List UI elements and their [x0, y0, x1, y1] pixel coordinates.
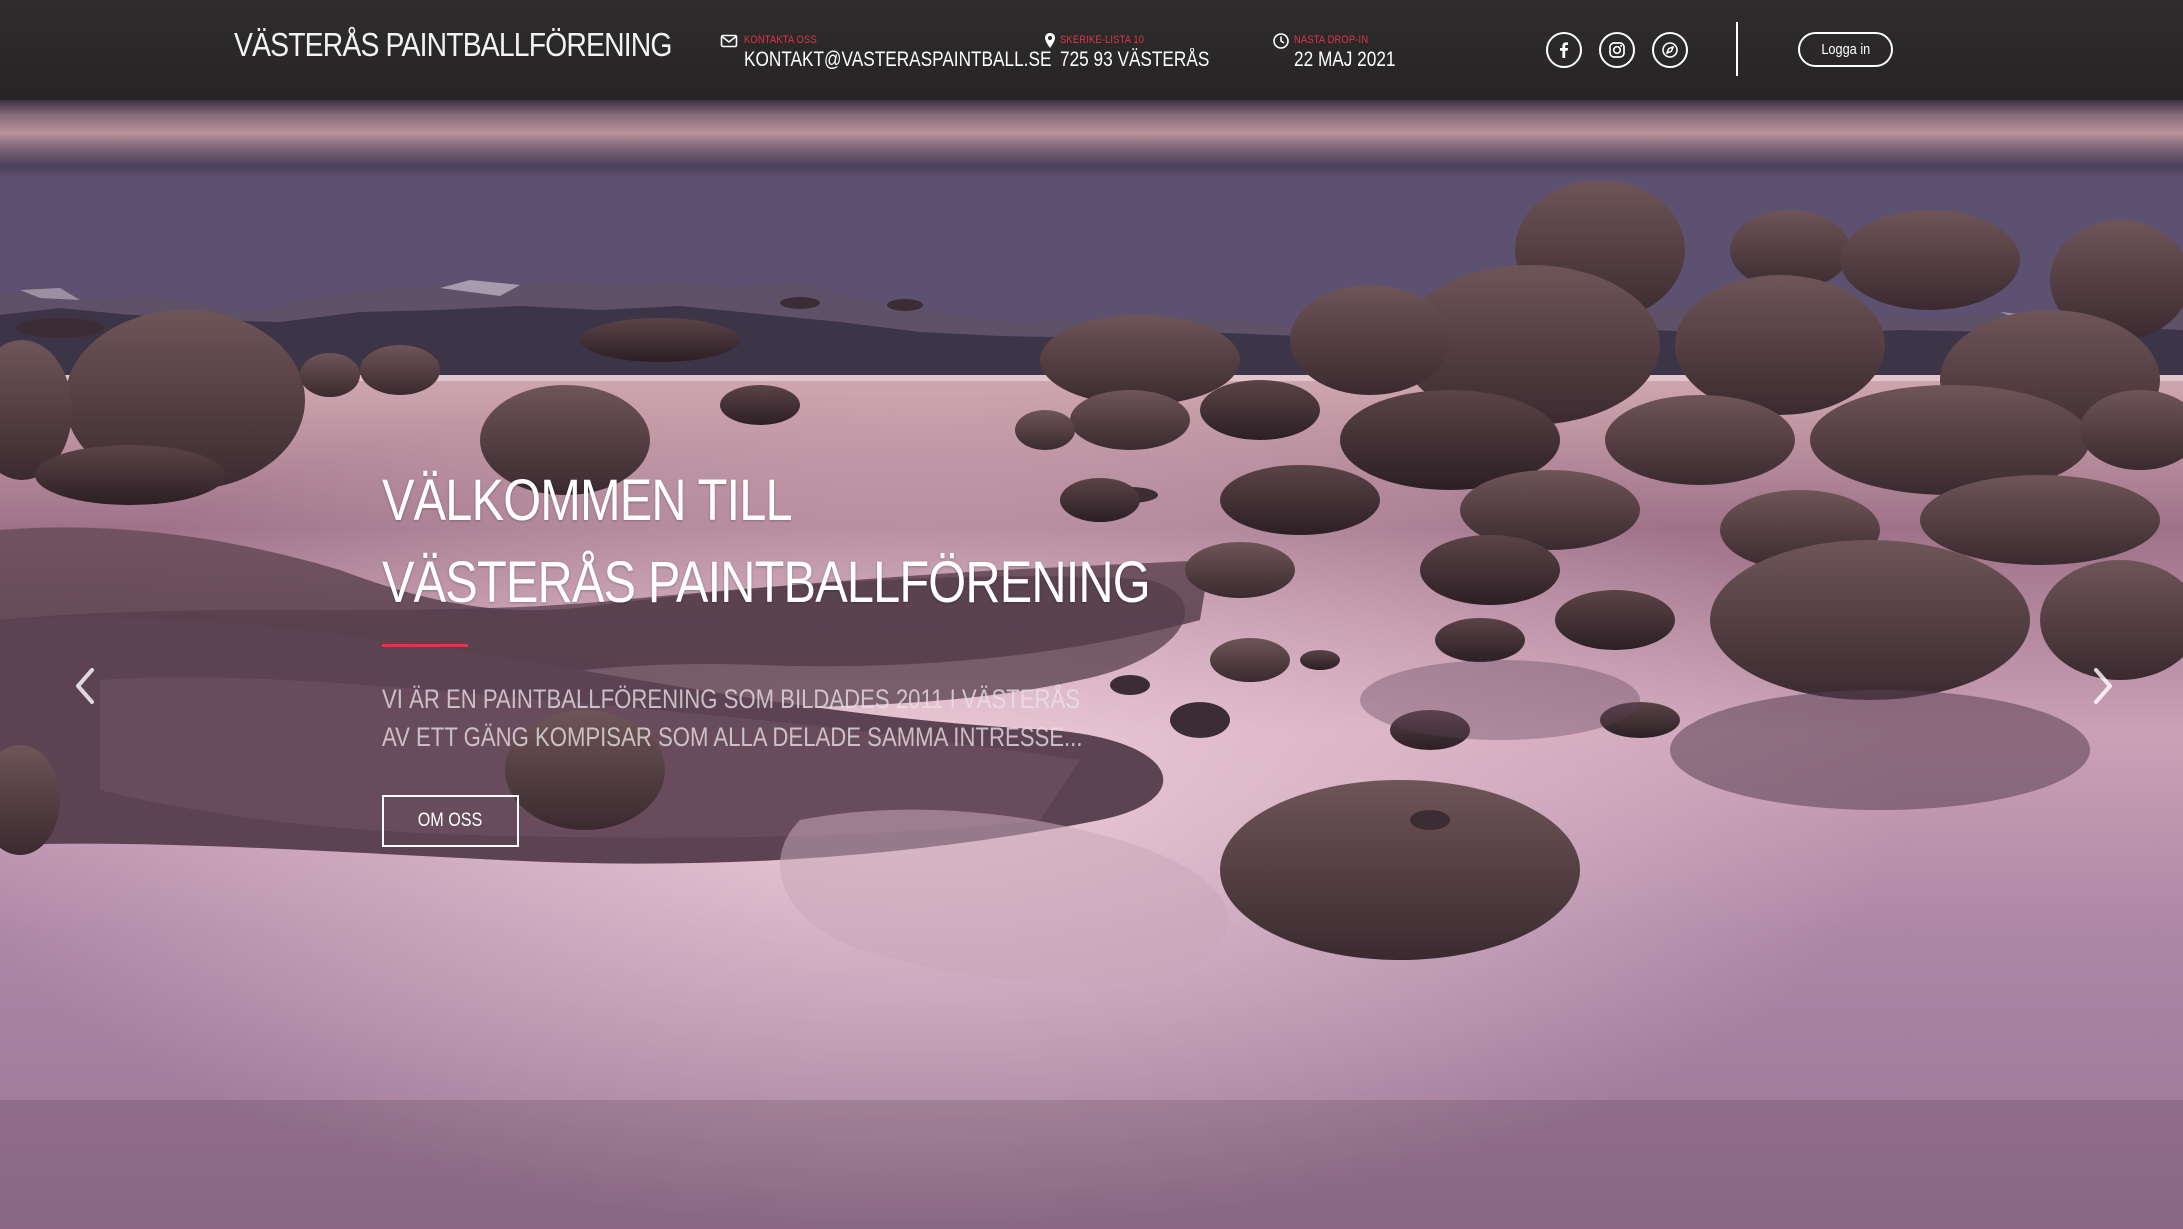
- instagram-link[interactable]: [1599, 32, 1635, 68]
- contact-email[interactable]: KONTAKT@VASTERASPAINTBALL.SE: [744, 48, 1051, 72]
- about-us-button[interactable]: OM OSS: [382, 795, 519, 847]
- hero-title-line1: VÄLKOMMEN TILL: [382, 468, 793, 533]
- chevron-right-icon: [2094, 668, 2112, 704]
- hero-description: VI ÄR EN PAINTBALLFÖRENING SOM BILDADES …: [382, 684, 1083, 752]
- login-button[interactable]: Logga in: [1798, 32, 1893, 67]
- hero-title: VÄLKOMMEN TILL VÄSTERÅS PAINTBALLFÖRENIN…: [382, 460, 1151, 624]
- address-street: SKERIKE-LISTA 10: [1060, 34, 1145, 46]
- compass-icon: [1662, 42, 1678, 58]
- facebook-icon: [1560, 42, 1568, 58]
- chevron-left-icon: [76, 668, 94, 704]
- instagram-icon: [1609, 42, 1625, 58]
- clock-icon: [1273, 33, 1289, 49]
- title-accent-rule: [382, 644, 468, 647]
- facebook-link[interactable]: [1546, 32, 1582, 68]
- address-city: 725 93 VÄSTERÅS: [1060, 48, 1210, 71]
- envelope-icon: [720, 34, 738, 48]
- hero-slider: VÄLKOMMEN TILL VÄSTERÅS PAINTBALLFÖRENIN…: [0, 100, 2183, 1229]
- site-header: VÄSTERÅS PAINTBALLFÖRENING KONTAKTA OSS …: [0, 0, 2183, 100]
- dropin-label: NÄSTA DROP-IN: [1294, 34, 1369, 46]
- hero-background-image: [0, 100, 2183, 1229]
- dropin-date: 22 MAJ 2021: [1294, 48, 1396, 71]
- header-divider: [1736, 22, 1738, 76]
- site-logo[interactable]: VÄSTERÅS PAINTBALLFÖRENING: [234, 26, 672, 64]
- website-link[interactable]: [1652, 32, 1688, 68]
- login-label: Logga in: [1821, 41, 1870, 58]
- hero-title-line2: VÄSTERÅS PAINTBALLFÖRENING: [382, 550, 1151, 615]
- contact-label: KONTAKTA OSS: [744, 34, 817, 46]
- slider-next-button[interactable]: [2082, 656, 2122, 716]
- about-us-label: OM OSS: [418, 810, 483, 831]
- slider-prev-button[interactable]: [66, 656, 106, 716]
